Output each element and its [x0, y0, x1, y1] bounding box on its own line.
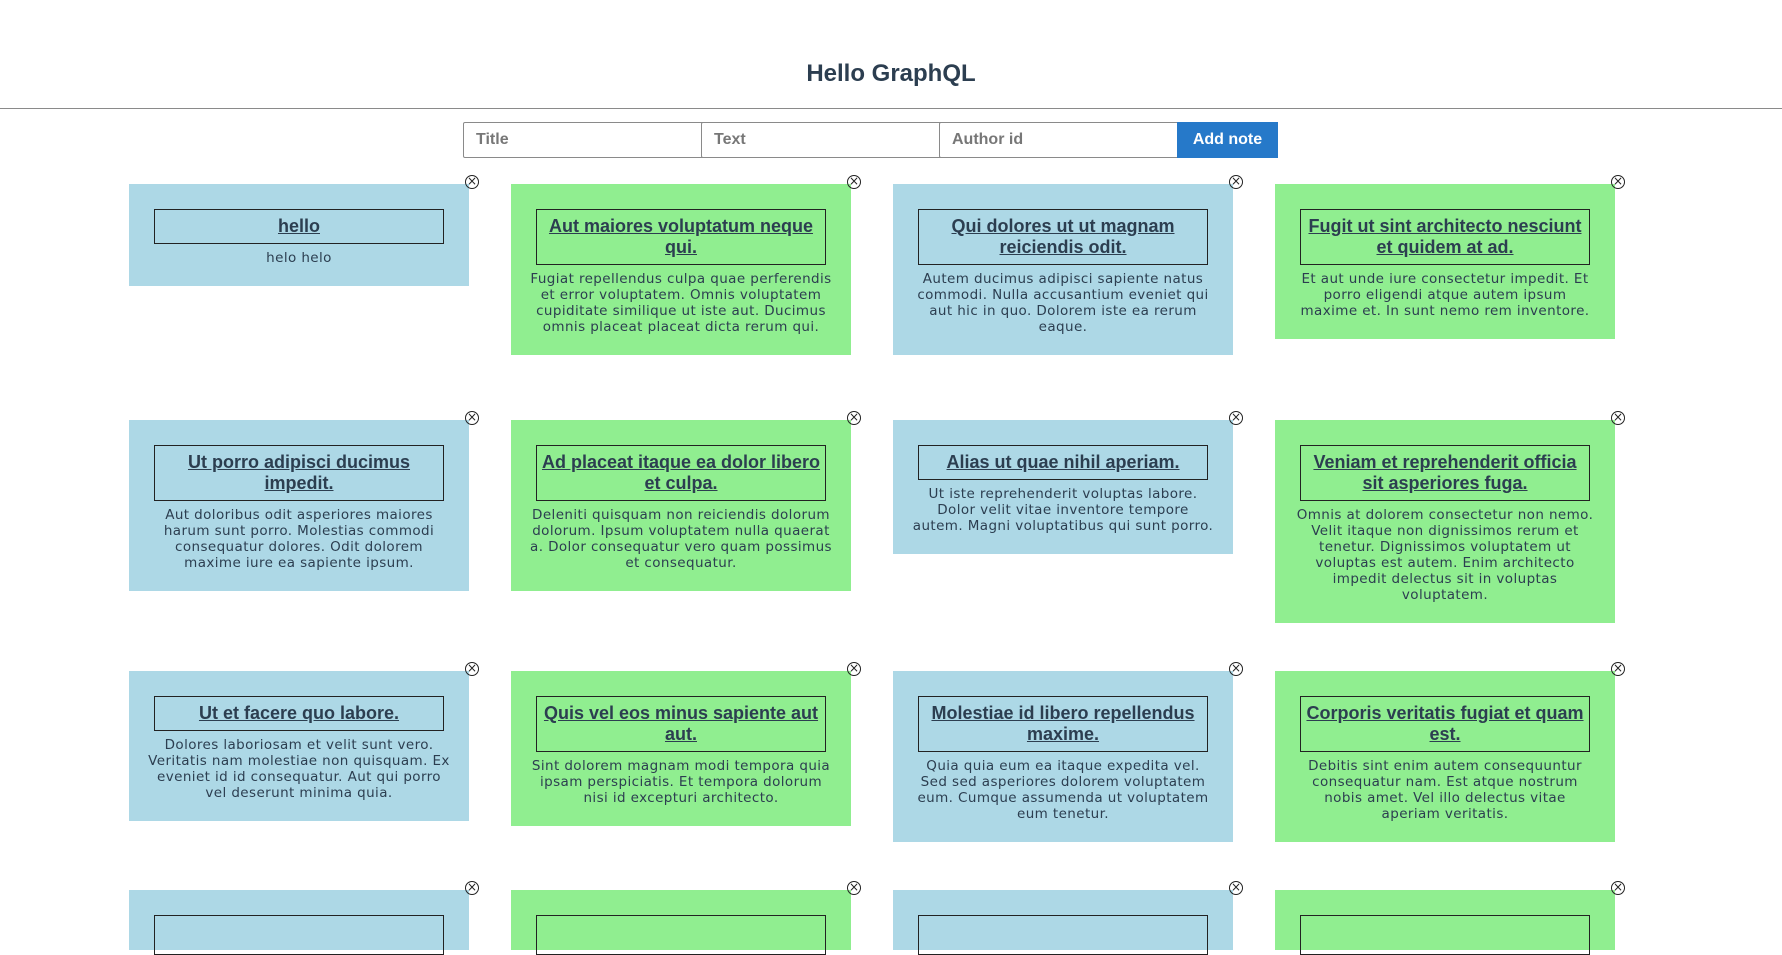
note-card: Quis vel eos minus sapiente aut aut. Sin… [511, 671, 851, 826]
note-text: Quia quia eum ea itaque expedita vel. Se… [917, 758, 1209, 822]
close-icon[interactable]: × [847, 411, 861, 425]
note-card: hello helo helo [129, 184, 469, 286]
close-icon[interactable]: × [1229, 411, 1243, 425]
note-card [1275, 890, 1615, 955]
add-note-button[interactable]: Add note [1177, 122, 1278, 158]
note-title[interactable]: Ut porro adipisci ducimus impedit. [159, 452, 439, 494]
page-title: Hello GraphQL [806, 60, 976, 87]
text-input[interactable] [701, 122, 943, 158]
note-title[interactable]: Qui dolores ut ut magnam reiciendis odit… [923, 216, 1203, 258]
note-card: Molestiae id libero repellendus maxime. … [893, 671, 1233, 842]
note-text: Dolores laboriosam et velit sunt vero. V… [148, 737, 450, 801]
note-card: Ut et facere quo labore. Dolores laborio… [129, 671, 469, 821]
close-icon[interactable]: × [847, 662, 861, 676]
note-title[interactable]: Aut maiores voluptatum neque qui. [541, 216, 821, 258]
close-icon[interactable]: × [1229, 881, 1243, 895]
note-title[interactable]: Molestiae id libero repellendus maxime. [923, 703, 1203, 745]
note-title-box: Ut et facere quo labore. [154, 696, 444, 731]
note-title[interactable]: Corporis veritatis fugiat et quam est. [1305, 703, 1585, 745]
note-title-box: hello [154, 209, 444, 244]
title-input[interactable] [463, 122, 705, 158]
note-title-box: Quis vel eos minus sapiente aut aut. [536, 696, 826, 752]
close-icon[interactable]: × [1611, 881, 1625, 895]
note-title[interactable]: Alias ut quae nihil aperiam. [923, 452, 1203, 473]
note-text: Deleniti quisquam non reiciendis dolorum… [530, 507, 832, 571]
note-text: Et aut unde iure consectetur impedit. Et… [1300, 271, 1590, 319]
note-card: Veniam et reprehenderit officia sit aspe… [1275, 420, 1615, 623]
close-icon[interactable]: × [1229, 662, 1243, 676]
note-text: Autem ducimus adipisci sapiente natus co… [917, 271, 1209, 335]
close-icon[interactable]: × [847, 175, 861, 189]
note-title[interactable]: hello [159, 216, 439, 237]
note-card: Ad placeat itaque ea dolor libero et cul… [511, 420, 851, 591]
note-title-box: Alias ut quae nihil aperiam. [918, 445, 1208, 480]
note-card [129, 890, 469, 955]
note-title[interactable]: Veniam et reprehenderit officia sit aspe… [1305, 452, 1585, 494]
close-icon[interactable]: × [1611, 662, 1625, 676]
note-title[interactable]: Quis vel eos minus sapiente aut aut. [541, 703, 821, 745]
note-text: Aut doloribus odit asperiores maiores ha… [163, 507, 435, 571]
note-title-box: Aut maiores voluptatum neque qui. [536, 209, 826, 265]
note-title-box [536, 915, 826, 955]
note-title-box: Qui dolores ut ut magnam reiciendis odit… [918, 209, 1208, 265]
close-icon[interactable]: × [465, 881, 479, 895]
note-title[interactable]: Ut et facere quo labore. [159, 703, 439, 724]
note-title-box: Ut porro adipisci ducimus impedit. [154, 445, 444, 501]
note-card: Qui dolores ut ut magnam reiciendis odit… [893, 184, 1233, 355]
note-title-box [918, 915, 1208, 955]
note-card: Fugit ut sint architecto nesciunt et qui… [1275, 184, 1615, 339]
note-card: Aut maiores voluptatum neque qui. Fugiat… [511, 184, 851, 355]
note-text: Omnis at dolorem consectetur non nemo. V… [1296, 507, 1594, 603]
note-card: Ut porro adipisci ducimus impedit. Aut d… [129, 420, 469, 591]
note-text: Debitis sint enim autem consequuntur con… [1308, 758, 1582, 822]
close-icon[interactable]: × [465, 411, 479, 425]
close-icon[interactable]: × [1229, 175, 1243, 189]
note-title[interactable]: Fugit ut sint architecto nesciunt et qui… [1305, 216, 1585, 258]
note-title-box: Corporis veritatis fugiat et quam est. [1300, 696, 1590, 752]
note-text: Fugiat repellendus culpa quae perferendi… [530, 271, 832, 335]
note-card: Corporis veritatis fugiat et quam est. D… [1275, 671, 1615, 842]
note-text: Sint dolorem magnam modi tempora quia ip… [531, 758, 831, 806]
app-header: Hello GraphQL [0, 0, 1782, 109]
close-icon[interactable]: × [847, 881, 861, 895]
author-id-input[interactable] [939, 122, 1181, 158]
close-icon[interactable]: × [1611, 411, 1625, 425]
note-title-box: Ad placeat itaque ea dolor libero et cul… [536, 445, 826, 501]
close-icon[interactable]: × [465, 175, 479, 189]
note-card [511, 890, 851, 955]
close-icon[interactable]: × [465, 662, 479, 676]
note-text: Ut iste reprehenderit voluptas labore. D… [912, 486, 1214, 534]
note-card: Alias ut quae nihil aperiam. Ut iste rep… [893, 420, 1233, 554]
note-title-box: Molestiae id libero repellendus maxime. [918, 696, 1208, 752]
note-title-box: Veniam et reprehenderit officia sit aspe… [1300, 445, 1590, 501]
note-title-box [154, 915, 444, 955]
note-title-box [1300, 915, 1590, 955]
note-card [893, 890, 1233, 955]
close-icon[interactable]: × [1611, 175, 1625, 189]
note-text: helo helo [266, 250, 332, 266]
note-title-box: Fugit ut sint architecto nesciunt et qui… [1300, 209, 1590, 265]
note-title[interactable]: Ad placeat itaque ea dolor libero et cul… [541, 452, 821, 494]
